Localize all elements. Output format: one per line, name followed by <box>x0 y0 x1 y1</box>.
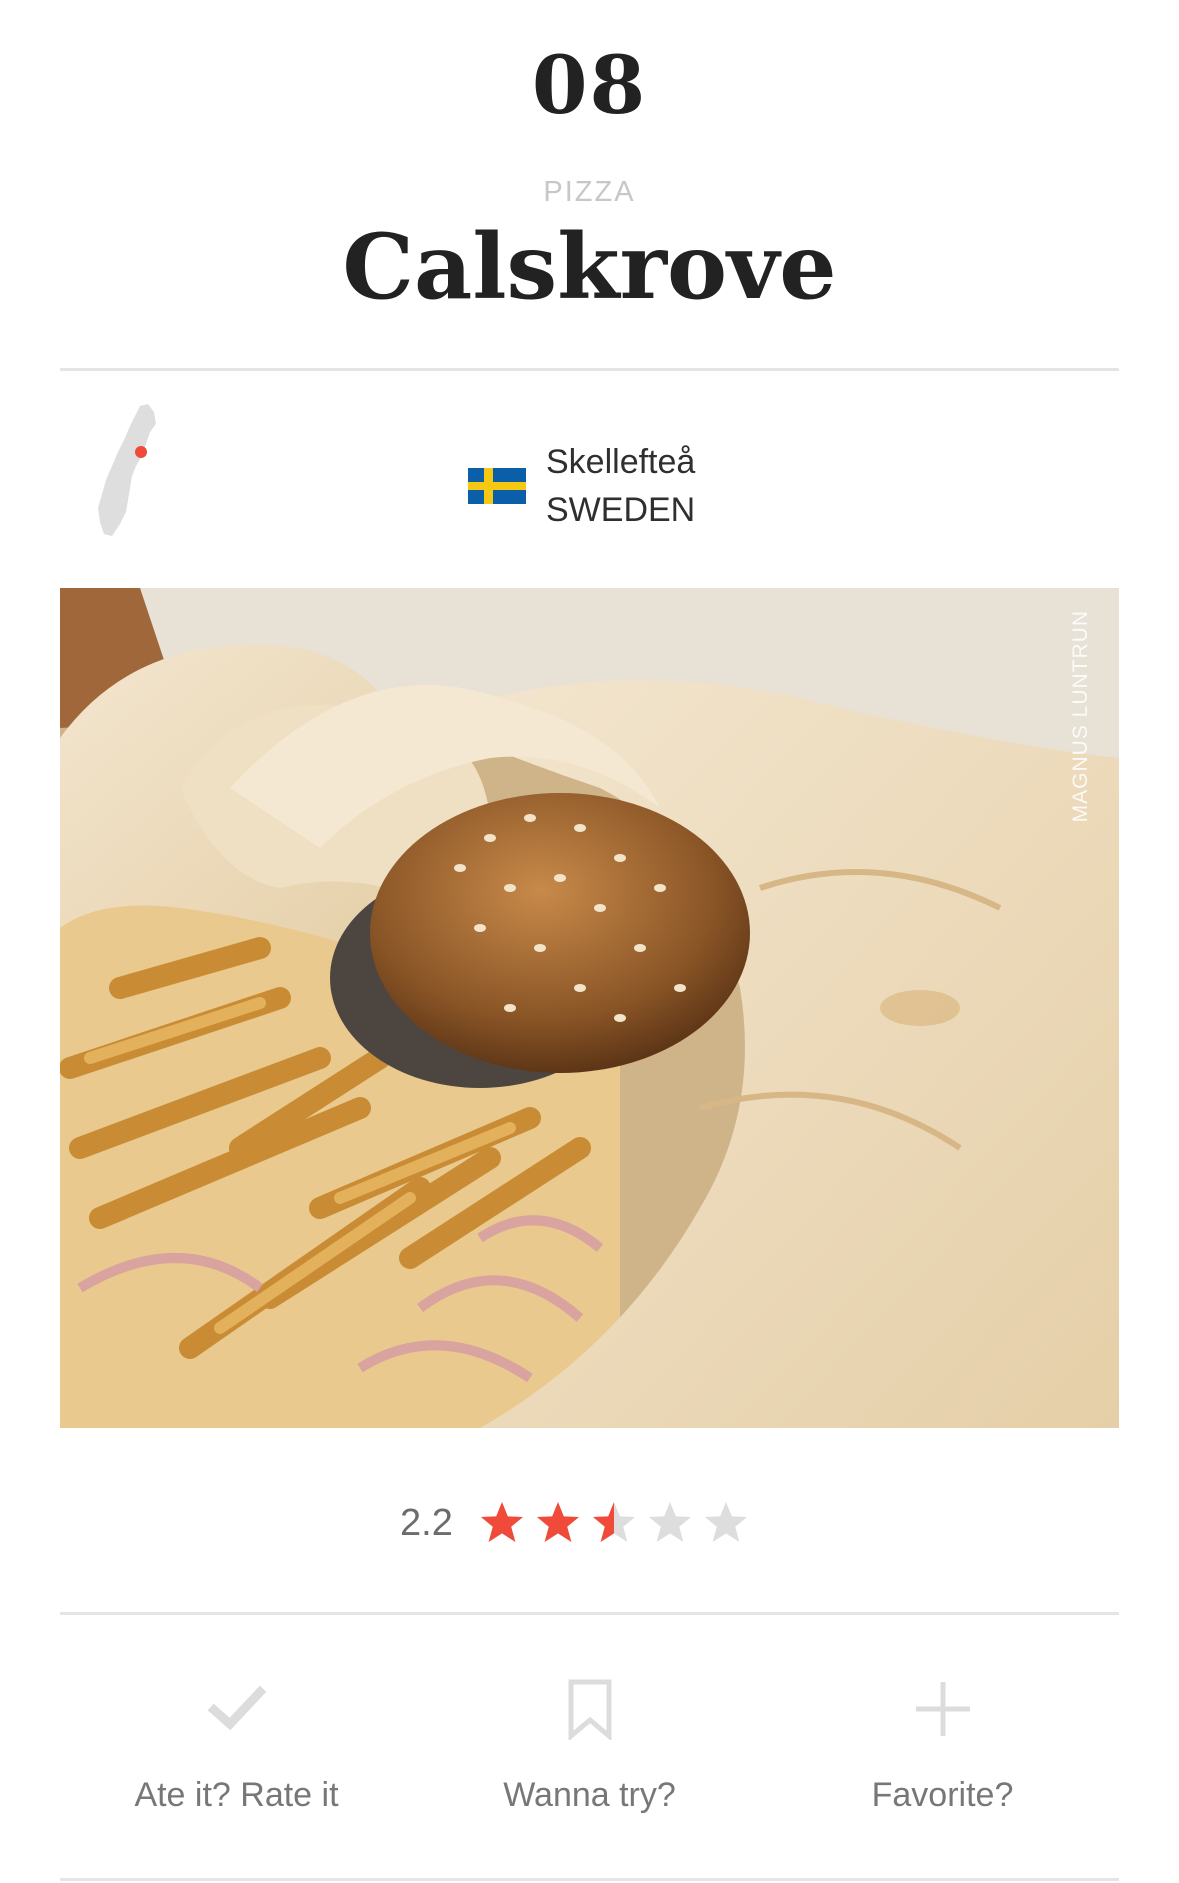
ate-it-rate-it-button[interactable]: Ate it? Rate it <box>60 1660 413 1850</box>
bottom-divider <box>60 1878 1119 1881</box>
star-icon <box>648 1502 691 1542</box>
rating-divider <box>60 1612 1119 1615</box>
wanna-try-label: Wanna try? <box>503 1776 676 1814</box>
star-icon <box>704 1502 747 1542</box>
dish-category: PIZZA <box>543 176 636 208</box>
rating-stars <box>479 1500 759 1546</box>
header-divider <box>60 368 1119 371</box>
location-country: SWEDEN <box>546 491 696 529</box>
favorite-label: Favorite? <box>871 1776 1014 1814</box>
rating-value: 2.2 <box>400 1501 453 1544</box>
ate-it-label: Ate it? Rate it <box>134 1776 339 1814</box>
star-icon <box>592 1502 635 1542</box>
dish-photo-illustration <box>60 588 1119 1428</box>
star-icon <box>536 1502 579 1542</box>
location-city: Skellefteå <box>546 443 696 481</box>
action-bar: Ate it? Rate it Wanna try? Favorite? <box>60 1660 1119 1850</box>
photo-credit: MAGNUS LUNTRUN <box>1069 610 1092 823</box>
sweden-flag-icon <box>468 468 526 504</box>
wanna-try-button[interactable]: Wanna try? <box>413 1660 766 1850</box>
sweden-map-icon <box>98 404 156 536</box>
plus-icon <box>915 1682 970 1736</box>
rating-row: 2.2 <box>400 1498 759 1548</box>
rank-number: 08 <box>531 38 648 132</box>
location-block: Skellefteå SWEDEN <box>468 438 695 534</box>
check-icon <box>207 1685 266 1731</box>
dish-photo: MAGNUS LUNTRUN <box>60 588 1119 1428</box>
location-dot <box>135 446 147 458</box>
dish-detail-page: 08 PIZZA Calskrove Skellefteå SWEDEN MAG… <box>0 0 1179 1883</box>
bookmark-icon <box>568 1679 611 1740</box>
favorite-button[interactable]: Favorite? <box>766 1660 1119 1850</box>
dish-title: Calskrove <box>342 214 837 320</box>
star-icon <box>480 1502 523 1542</box>
